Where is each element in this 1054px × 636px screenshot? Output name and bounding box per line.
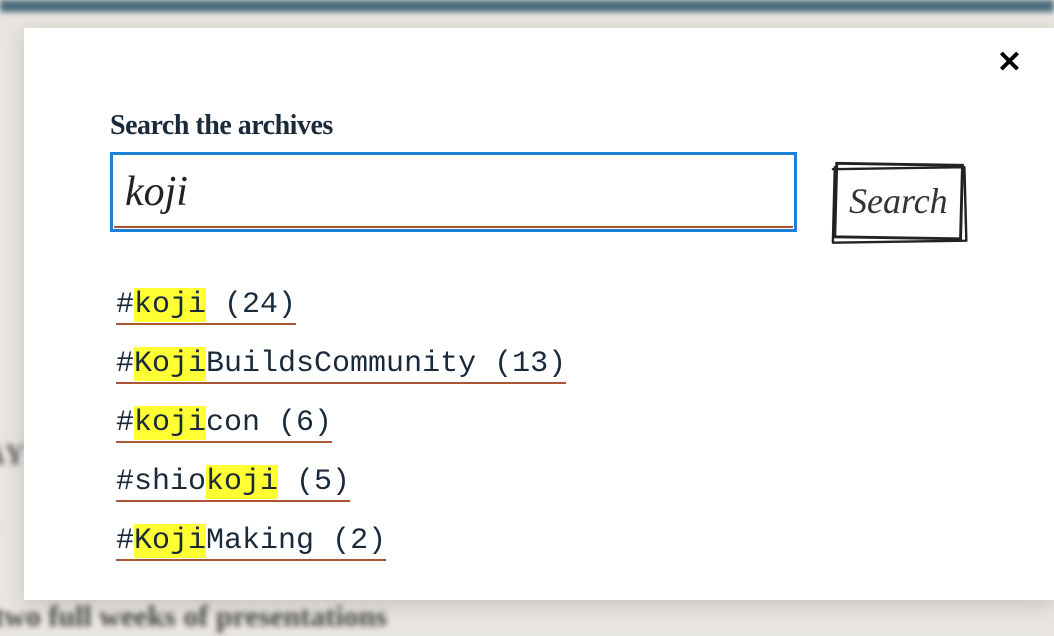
input-underline — [114, 226, 793, 228]
search-section: Search the archives Search #koji (24)#Ko… — [24, 28, 1054, 613]
result-count: (5) — [278, 465, 350, 499]
result-item[interactable]: #kojicon (6) — [116, 406, 332, 443]
result-highlight: koji — [134, 406, 206, 440]
result-item[interactable]: #KojiMaking (2) — [116, 524, 386, 561]
result-prefix: # — [116, 406, 134, 440]
search-input-wrapper — [110, 152, 797, 232]
close-icon: ✕ — [997, 46, 1022, 79]
result-after: Making — [206, 524, 314, 558]
result-highlight: koji — [134, 288, 206, 322]
result-after: con — [206, 406, 260, 440]
result-prefix: # — [116, 347, 134, 381]
result-count: (6) — [260, 406, 332, 440]
bg-fragment-1: AY — [0, 440, 27, 472]
result-count: (2) — [314, 524, 386, 558]
result-count: (24) — [206, 288, 296, 322]
result-highlight: Koji — [134, 524, 206, 558]
result-highlight: Koji — [134, 347, 206, 381]
result-highlight: koji — [206, 465, 278, 499]
search-modal: ✕ Search the archives Search #koji (24)#… — [24, 28, 1054, 600]
search-results: #koji (24)#KojiBuildsCommunity (13)#koji… — [110, 288, 968, 583]
close-button[interactable]: ✕ — [997, 48, 1022, 78]
result-prefix: # — [116, 524, 134, 558]
search-button[interactable]: Search — [829, 158, 968, 248]
search-button-label: Search — [849, 180, 948, 222]
result-prefix: # — [116, 288, 134, 322]
result-count: (13) — [476, 347, 566, 381]
search-label: Search the archives — [110, 110, 968, 142]
result-item[interactable]: #koji (24) — [116, 288, 296, 325]
result-item[interactable]: #shiokoji (5) — [116, 465, 350, 502]
result-prefix: # — [116, 465, 134, 499]
result-after: BuildsCommunity — [206, 347, 476, 381]
result-before: shio — [134, 465, 206, 499]
search-input[interactable] — [110, 152, 797, 232]
result-item[interactable]: #KojiBuildsCommunity (13) — [116, 347, 566, 384]
search-row: Search — [110, 152, 968, 248]
